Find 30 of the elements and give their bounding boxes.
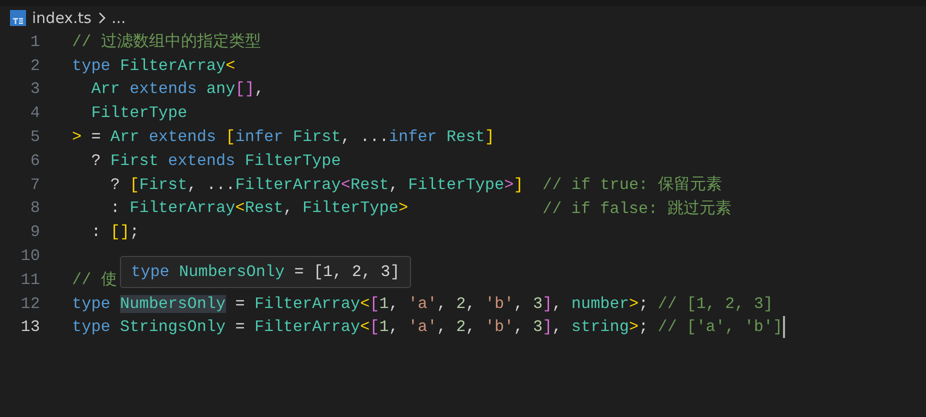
code-line: type NumbersOnly = FilterArray<[1, 'a', 2, 'b', 3], number>; // [1, 2, 3] (72, 294, 774, 313)
breadcrumb-more[interactable]: ... (112, 9, 126, 27)
code-line: : FilterArray<Rest, FilterType> // if false: 跳过元素 (109, 198, 732, 219)
code-line: FilterType (90, 104, 188, 122)
code-line: type FilterArray< (72, 56, 236, 75)
line-number: 2 (29, 56, 40, 75)
hover-tooltip: type NumbersOnly = [1, 2, 3] (120, 256, 411, 288)
line-number: 11 (20, 270, 40, 289)
code-line: type StringsOnly = FilterArray<[1, 'a', 2, 'b', 3], string>; // ['a', 'b'] (72, 318, 783, 336)
line-number: 13 (20, 318, 40, 336)
line-number: 12 (20, 294, 40, 313)
typescript-file-icon (10, 10, 26, 26)
line-number: 10 (20, 247, 40, 266)
code-line: // 使 (72, 270, 117, 290)
code-line: : []; (90, 223, 140, 242)
code-line: // 过滤数组中的指定类型 (72, 32, 261, 52)
line-number: 8 (29, 199, 40, 218)
line-number: 5 (29, 128, 40, 146)
chevron-right-icon (98, 12, 106, 24)
line-number: 6 (29, 152, 40, 170)
code-line: Arr extends any[], (90, 80, 264, 98)
line-number: 9 (29, 223, 40, 242)
line-number: 7 (29, 176, 40, 194)
code-line: ? First extends FilterType (90, 152, 341, 170)
line-number: 4 (29, 104, 40, 122)
line-number: 3 (29, 80, 40, 98)
breadcrumb-file[interactable]: index.ts (32, 9, 92, 27)
code-line: > = Arr extends [infer First, ...infer Rest] (72, 128, 495, 146)
line-number: 1 (29, 32, 40, 51)
code-line: ? [First, ...FilterArray<Rest, FilterType>] // if true: 保留元素 (109, 174, 722, 196)
